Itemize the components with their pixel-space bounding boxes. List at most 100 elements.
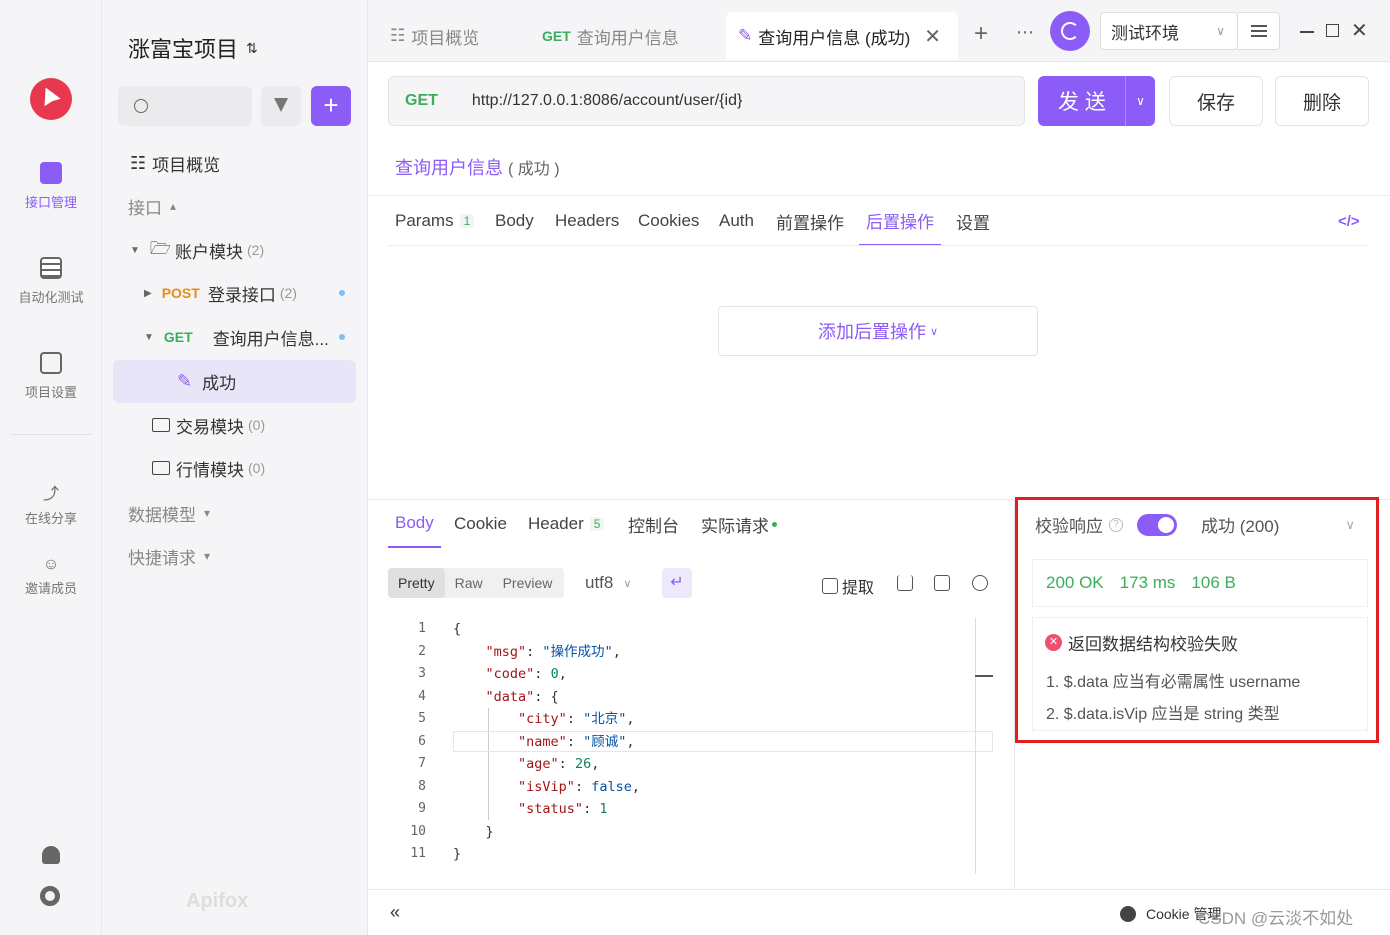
send-button[interactable]: 发 送 ∨ (1038, 76, 1155, 126)
maximize-icon[interactable] (1326, 24, 1339, 37)
sidebar-section-interfaces[interactable]: 接口 ▴ (102, 186, 368, 226)
folder-trade-module[interactable]: 交易模块 (0) (102, 405, 368, 445)
server-stack-icon (40, 257, 62, 279)
add-button[interactable]: + (311, 86, 351, 126)
resp-tab-body[interactable]: Body (388, 500, 441, 548)
tab-headers[interactable]: Headers (555, 196, 619, 246)
rail-item-share[interactable]: ⤴ 在线分享 (0, 486, 102, 527)
case-title[interactable]: 查询用户信息 ( 成功 ) (395, 154, 560, 180)
add-tab-icon[interactable]: + (974, 20, 988, 48)
highlight-annotation-box (1015, 497, 1379, 743)
resp-tab-console[interactable]: 控制台 (628, 500, 679, 548)
request-tabs: Params 1 Body Headers Cookies Auth 前置操作 … (368, 195, 1390, 246)
current-line-highlight (453, 731, 993, 752)
status-bar: « Cookie 管理 CSDN @云淡不如处 (368, 889, 1390, 935)
status-dot (339, 290, 345, 296)
copy-icon[interactable] (934, 575, 950, 594)
caret-right-icon: ▶ (144, 287, 152, 299)
format-preview[interactable]: Preview (493, 568, 563, 598)
add-post-operation-button[interactable]: 添加后置操作 ∨ (718, 306, 1038, 356)
minimize-icon[interactable] (1300, 31, 1314, 33)
rail-item-automation[interactable]: 自动化测试 (0, 257, 102, 306)
status-dot (339, 334, 345, 340)
folder-icon (152, 461, 170, 475)
tab-params[interactable]: Params 1 (395, 196, 475, 246)
chevron-updown-icon: ⇅ (246, 39, 258, 56)
method-select[interactable]: GET (405, 92, 438, 110)
project-selector[interactable]: 涨富宝项目 ⇅ (128, 32, 258, 64)
sidebar-item-login[interactable]: ▶ POST 登录接口 (2) (102, 273, 368, 313)
chevron-up-icon: ▴ (170, 199, 177, 213)
tab-pre-operations[interactable]: 前置操作 (776, 196, 844, 246)
search-icon[interactable] (972, 575, 988, 591)
line-numbers: 1 2 3 4 5 6 7 8 9 10 11 (410, 621, 426, 861)
tab-settings[interactable]: 设置 (956, 196, 990, 246)
url-bar: GET http://127.0.0.1:8086/account/user/{… (388, 76, 1025, 126)
filter-icon (274, 98, 288, 112)
resp-tab-cookie[interactable]: Cookie (454, 500, 507, 548)
collapse-icon[interactable]: « (390, 902, 400, 923)
folder-market-module[interactable]: 行情模块 (0) (102, 448, 368, 488)
tab-cookies[interactable]: Cookies (638, 196, 699, 246)
tab-overview[interactable]: ☷ 项目概览 (390, 12, 479, 60)
settings-gear-icon (40, 352, 62, 374)
format-pretty[interactable]: Pretty (388, 568, 445, 598)
caret-down-icon: ▼ (130, 244, 140, 256)
nav-rail: 接口管理 自动化测试 项目设置 ⤴ 在线分享 ☺ 邀请成员 (0, 0, 102, 935)
scrollbar-thumb[interactable] (975, 675, 993, 677)
gear-icon[interactable] (40, 886, 60, 906)
bell-icon[interactable] (42, 846, 60, 864)
encoding-select[interactable]: utf8 ∨ (585, 573, 631, 593)
cookie-icon (1120, 906, 1136, 922)
format-switch: Pretty Raw Preview (388, 568, 564, 598)
more-icon[interactable]: ⋯ (1016, 22, 1034, 43)
url-input[interactable]: http://127.0.0.1:8086/account/user/{id} (472, 92, 742, 110)
download-icon[interactable] (897, 575, 913, 594)
rail-item-api-management[interactable]: 接口管理 (0, 162, 102, 211)
folder-account-module[interactable]: ▼ 🗁 账户模块 (2) (102, 230, 368, 270)
api-folder-icon (40, 162, 62, 184)
chevron-down-icon: ▾ (204, 549, 211, 563)
delete-button[interactable]: 删除 (1275, 76, 1369, 126)
extract-button[interactable]: 提取 (822, 574, 874, 598)
code-icon[interactable]: </> (1338, 196, 1360, 246)
close-icon[interactable]: ✕ (924, 24, 941, 49)
rail-item-invite[interactable]: ☺ 邀请成员 (0, 556, 102, 597)
filter-button[interactable] (261, 86, 301, 126)
tab-post-operations[interactable]: 后置操作 (859, 196, 941, 246)
tab-query-user-success[interactable]: ✎ 查询用户信息 (成功) ✕ (726, 12, 958, 60)
chevron-down-icon: ▾ (204, 506, 211, 520)
resp-tab-header[interactable]: Header 5 (528, 500, 605, 548)
wrap-lines-icon[interactable]: ↵ (662, 568, 692, 598)
sidebar-section-data-models[interactable]: 数据模型 ▾ (102, 493, 368, 533)
sidebar-item-success-case[interactable]: ✎ 成功 (102, 361, 368, 401)
rail-item-project-settings[interactable]: 项目设置 (0, 352, 102, 401)
grid-icon: ☷ (130, 152, 147, 173)
sidebar-item-overview[interactable]: ☷ 项目概览 (102, 143, 368, 183)
tab-query-user[interactable]: GET 查询用户信息 (542, 12, 679, 60)
share-icon: ⤴ (42, 486, 59, 503)
sidebar-section-quick-requests[interactable]: 快捷请求 ▾ (102, 536, 368, 576)
tab-auth[interactable]: Auth (719, 196, 754, 246)
chevron-down-icon[interactable]: ∨ (1125, 76, 1155, 126)
environment-menu-button[interactable] (1238, 12, 1280, 50)
status-dot (772, 521, 777, 527)
save-button[interactable]: 保存 (1169, 76, 1263, 126)
chevron-down-icon: ∨ (623, 577, 632, 590)
grid-icon: ☷ (390, 26, 406, 45)
resp-tab-actual-request[interactable]: 实际请求 (701, 500, 777, 548)
window-close-icon[interactable]: ✕ (1351, 18, 1368, 43)
sync-button[interactable] (1050, 11, 1090, 51)
divider (388, 245, 1368, 246)
environment-select[interactable]: 测试环境 ∨ (1100, 12, 1238, 50)
csdn-watermark: CSDN @云淡不如处 (1198, 909, 1354, 928)
search-input[interactable] (118, 86, 252, 126)
sidebar-item-query-user[interactable]: ▼ GET 查询用户信息... (102, 317, 368, 357)
apifox-watermark: Apifox (186, 890, 249, 912)
rail-divider (10, 434, 92, 435)
scrollbar-track (975, 618, 976, 874)
tab-body[interactable]: Body (495, 196, 534, 246)
tab-bar: ☷ 项目概览 GET 查询用户信息 ✎ 查询用户信息 (成功) ✕ + ⋯ 测试… (368, 0, 1390, 62)
format-raw[interactable]: Raw (445, 568, 493, 598)
extract-icon (822, 578, 838, 594)
